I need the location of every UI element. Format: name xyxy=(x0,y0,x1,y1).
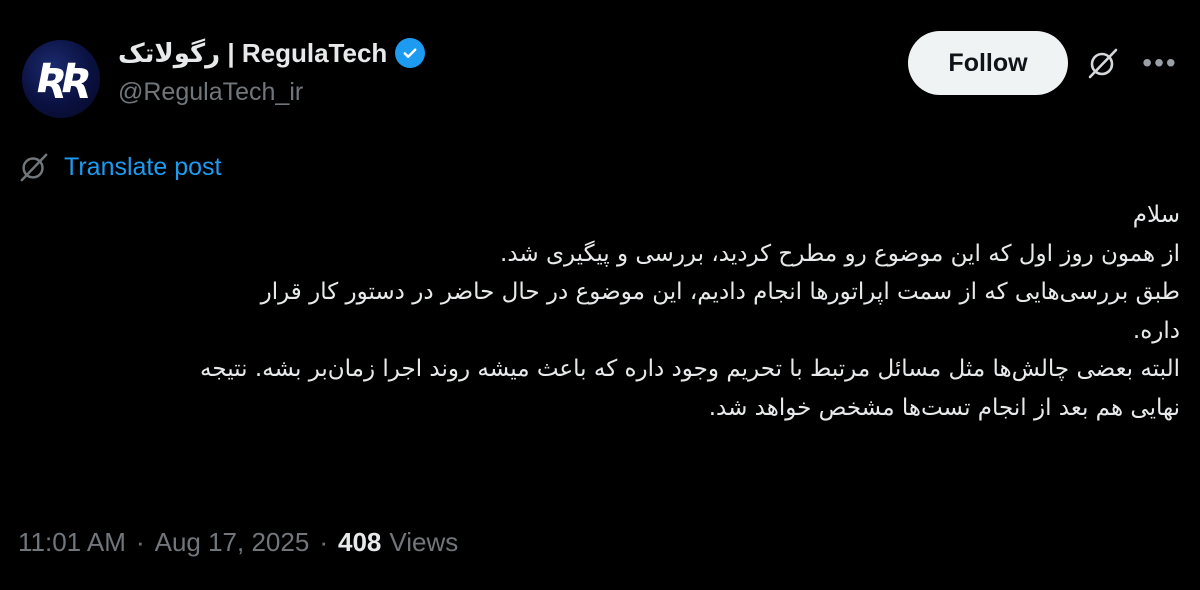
meta-separator: · xyxy=(135,526,145,557)
translate-post-link[interactable]: Translate post xyxy=(18,150,221,184)
follow-button[interactable]: Follow xyxy=(908,31,1068,95)
regulatech-logo-icon: ƦƦ xyxy=(36,56,92,102)
post-line: از همون روز اول که این موضوع رو مطرح کرد… xyxy=(500,240,1180,267)
more-options-icon[interactable]: ••• xyxy=(1140,48,1180,78)
translate-icon xyxy=(20,153,48,182)
translate-post-label: Translate post xyxy=(64,152,222,181)
post-date[interactable]: Aug 17, 2025 xyxy=(155,527,310,558)
grok-icon[interactable] xyxy=(1086,46,1120,80)
post-text: سلام از همون روز اول که این موضوع رو مطر… xyxy=(18,196,1180,427)
post-line: البته بعضی چالش‌ها مثل مسائل مرتبط با تح… xyxy=(200,356,1180,382)
author-avatar[interactable]: ƦƦ xyxy=(22,40,100,118)
views-label: Views xyxy=(389,526,459,557)
post-line: سلام xyxy=(1132,202,1180,228)
post-line: داره. xyxy=(1132,317,1180,344)
meta-separator: · xyxy=(319,526,328,557)
views-count: 408 xyxy=(337,526,382,557)
verified-badge-icon[interactable] xyxy=(395,38,426,68)
author-display-name[interactable]: رگولاتک | RegulaTech xyxy=(118,38,387,69)
post-meta: 11:01 AM · Aug 17, 2025 · 408 Views xyxy=(18,524,458,560)
post-line: نهایی هم بعد از انجام تست‌ها مشخص خواهد … xyxy=(708,394,1180,421)
author-name-row: رگولاتک | RegulaTech xyxy=(118,36,426,70)
author-handle[interactable]: @RegulaTech_ir xyxy=(118,78,303,107)
post-time[interactable]: 11:01 AM xyxy=(18,527,126,558)
post-line: طبق بررسی‌هایی که از سمت اپراتورها انجام… xyxy=(260,279,1180,305)
